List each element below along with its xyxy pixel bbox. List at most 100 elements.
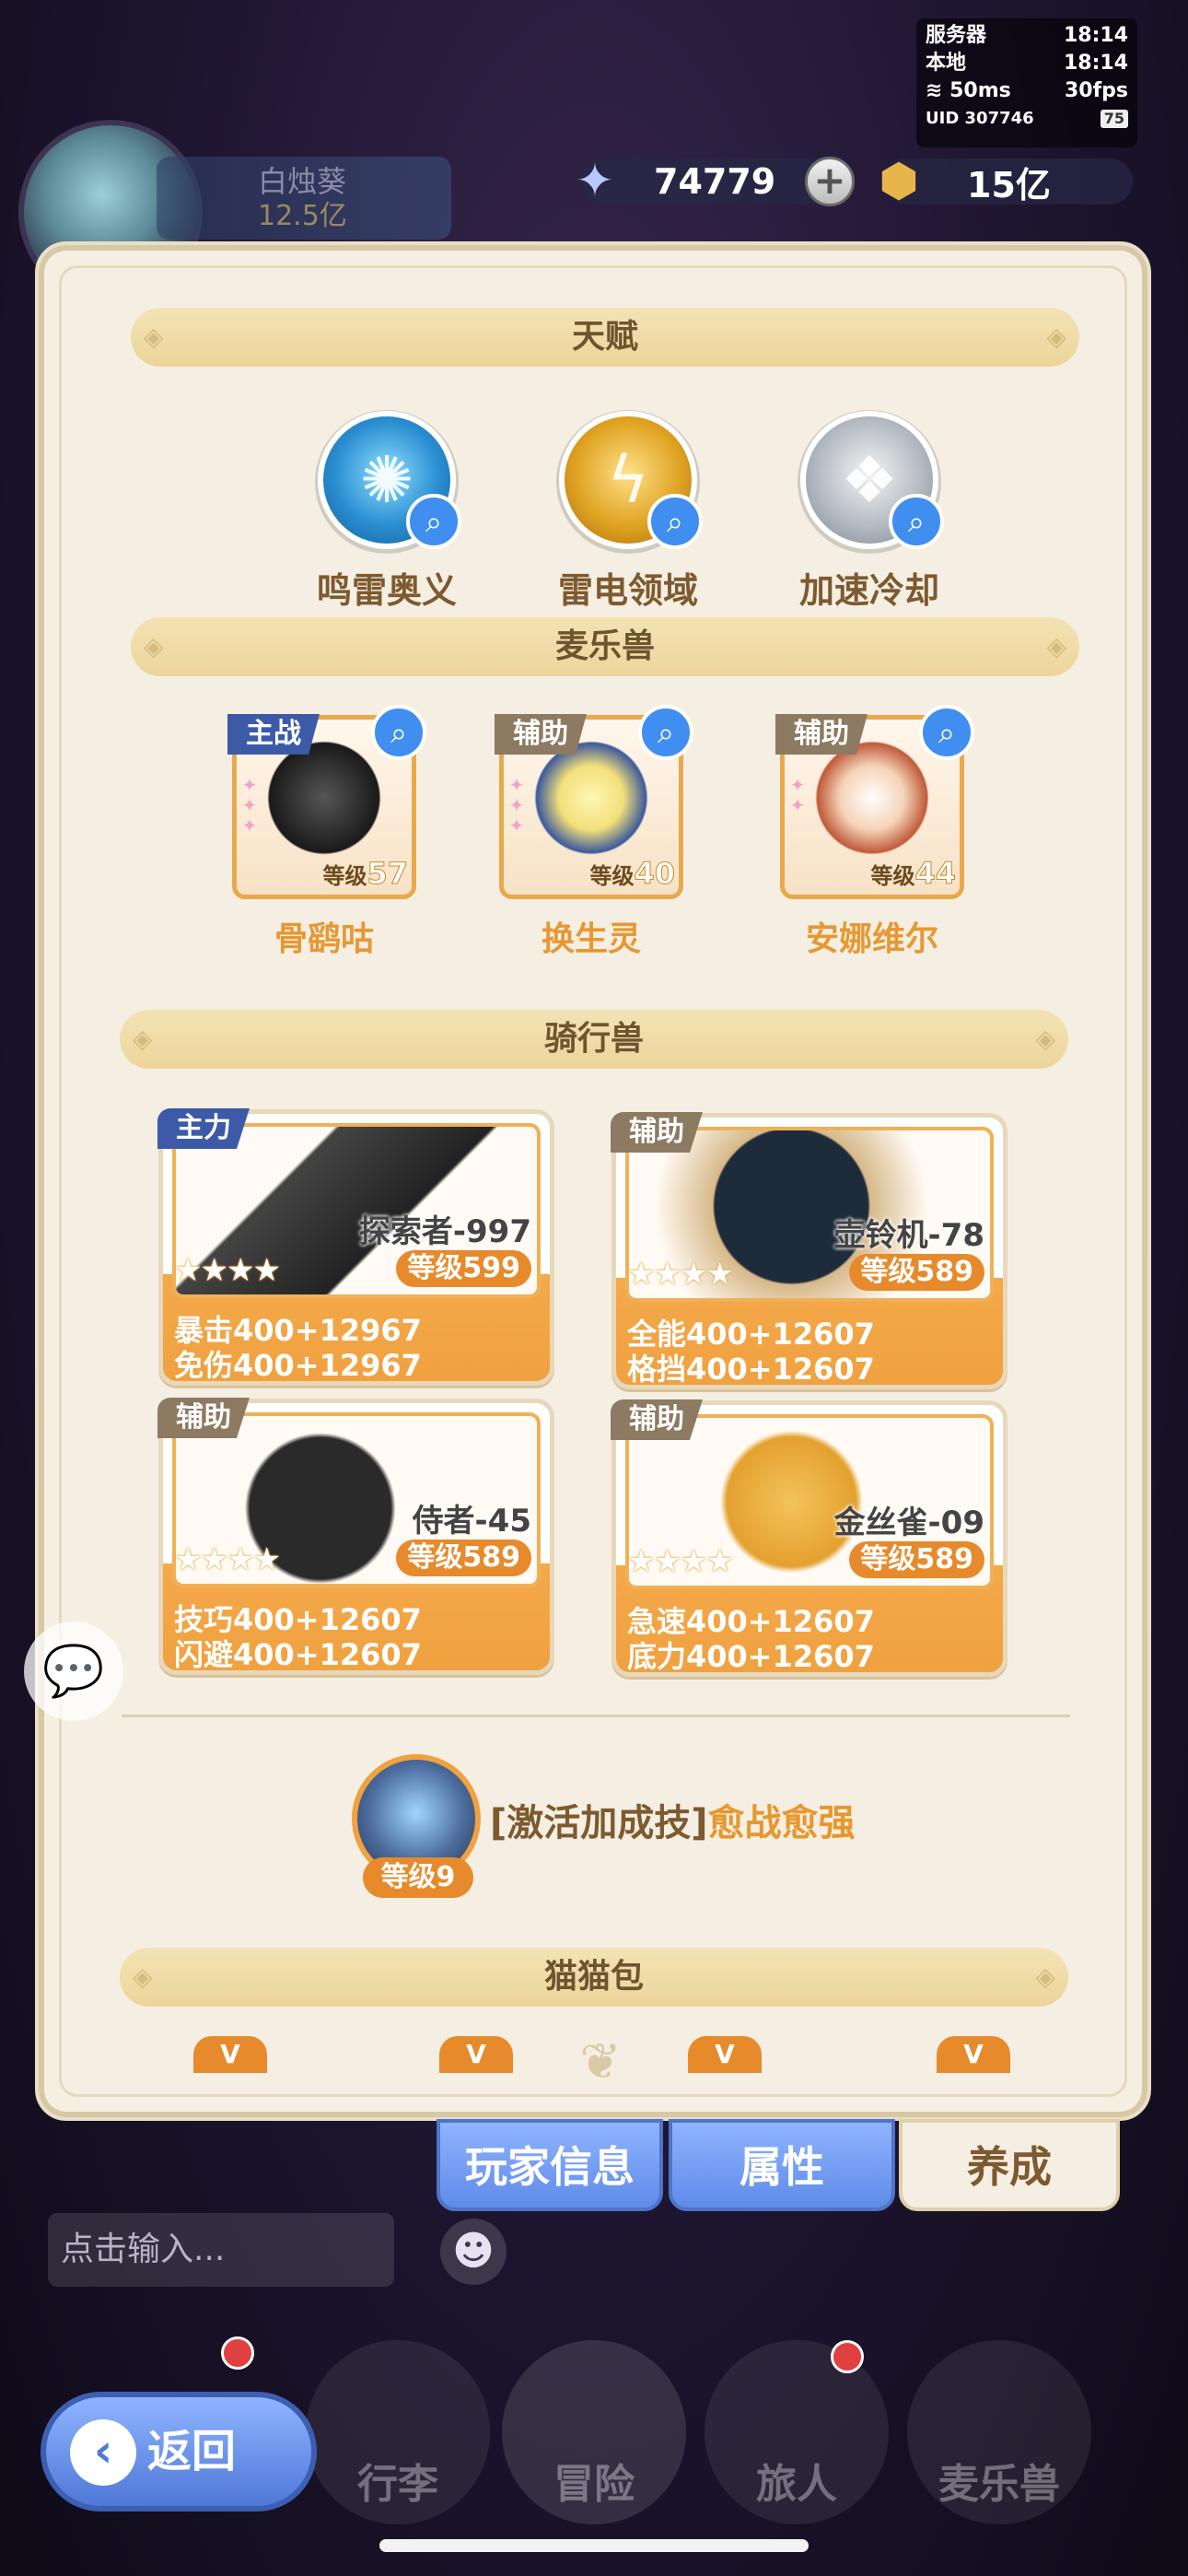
mount-card[interactable]: 辅助 金丝雀-09 等级589 ★★★★ 急速400+12607 底力400+1…: [611, 1399, 1007, 1677]
mount-name: 金丝雀-09: [833, 1505, 984, 1541]
search-icon[interactable]: ⌕: [371, 705, 426, 760]
pet-level: 等级40: [589, 856, 675, 892]
search-icon[interactable]: ⌕: [638, 705, 693, 760]
bonus-skill-prefix: [激活加成技]: [490, 1802, 708, 1844]
search-icon[interactable]: ⌕: [406, 494, 461, 549]
mount-role-badge: 辅助: [611, 1112, 703, 1153]
catbag-slot-tab[interactable]: V: [937, 2036, 1010, 2073]
local-label: 本地: [926, 52, 967, 75]
uid-label: UID 307746: [926, 109, 1034, 128]
mount-name: 侍者-45: [412, 1503, 531, 1540]
tab-player-info[interactable]: 玩家信息: [437, 2119, 663, 2211]
section-title-catbag: 猫猫包: [120, 1948, 1068, 2007]
back-label: 返回: [147, 2426, 237, 2477]
pet-level: 等级44: [870, 856, 956, 892]
mount-star-rating: ★★★★: [174, 1541, 281, 1578]
bonus-skill-name: 愈战愈强: [707, 1802, 856, 1844]
mount-name: 探索者-997: [358, 1213, 531, 1250]
talent-label: 鸣雷奥义: [316, 570, 457, 611]
pet-role-badge: 辅助: [495, 714, 587, 755]
mount-role-badge: 主力: [157, 1108, 250, 1149]
chevron-left-icon: ‹: [70, 2419, 136, 2486]
home-indicator[interactable]: [379, 2539, 809, 2552]
nav-travelers[interactable]: 旅人: [705, 2340, 889, 2524]
talent-item[interactable]: ✺ ⌕ 鸣雷奥义: [267, 411, 507, 613]
pet-card[interactable]: 辅助 ✦ ✦ ✦ ⌕ 等级40: [495, 705, 693, 899]
pet-star-rating: ✦ ✦ ✦: [241, 774, 258, 837]
pet-role-badge: 主战: [227, 714, 320, 755]
mount-attribute: 格挡400+12607: [627, 1352, 875, 1387]
bonus-skill-level: 等级9: [363, 1857, 473, 1898]
pet-name: 换生灵: [541, 920, 641, 958]
talent-label: 雷电领域: [557, 570, 698, 611]
mount-name: 壶铃机-78: [833, 1217, 984, 1254]
chat-bubble-icon[interactable]: 💬: [24, 1622, 123, 1721]
catbag-slot-tab[interactable]: V: [193, 2036, 267, 2073]
gold-coin-icon: ⬢: [879, 154, 919, 207]
add-gems-button[interactable]: +: [805, 157, 855, 206]
currency-bar: ✦ 74779 + ⬢ 15亿: [576, 154, 1133, 210]
gold-amount: 15亿: [967, 164, 1051, 205]
tab-cultivation[interactable]: 养成: [899, 2119, 1120, 2211]
talent-label: 加速冷却: [798, 570, 939, 611]
gem-amount: 74779: [654, 161, 776, 202]
mount-attribute: 底力400+12607: [627, 1639, 875, 1674]
section-title-pets: 麦乐兽: [131, 617, 1079, 676]
mount-level: 等级589: [396, 1540, 531, 1576]
notification-dot: [831, 2340, 864, 2373]
nav-luggage[interactable]: 行李: [306, 2340, 490, 2524]
cooldown-icon: ❖ ⌕: [800, 411, 944, 549]
pet-slot[interactable]: 辅助 ✦ ✦ ⌕ 等级44 安娜维尔: [766, 705, 978, 960]
bonus-skill-text: [激活加成技]愈战愈强: [490, 1793, 856, 1846]
chat-input[interactable]: 点击输入...: [48, 2213, 394, 2287]
notification-dot: [221, 2336, 254, 2370]
gold-counter: ⬢ 15亿: [879, 154, 1133, 207]
section-title-mounts: 骑行兽: [120, 1010, 1068, 1069]
pet-portrait: [522, 738, 660, 858]
fps-value: 30fps: [1064, 79, 1128, 102]
pet-slot[interactable]: 辅助 ✦ ✦ ✦ ⌕ 等级40 换生灵: [485, 705, 697, 960]
mount-attribute: 免伤400+12967: [174, 1348, 422, 1383]
mount-level: 等级589: [849, 1254, 984, 1291]
emoji-icon[interactable]: ☻: [440, 2219, 507, 2285]
pet-name: 安娜维尔: [805, 920, 938, 958]
mount-card[interactable]: 辅助 壶铃机-78 等级589 ★★★★ 全能400+12607 格挡400+1…: [611, 1112, 1007, 1389]
status-overlay: 服务器 18:14 本地 18:14 ≋ 50ms 30fps UID 307746 7…: [916, 18, 1137, 147]
mount-level: 等级599: [396, 1250, 531, 1287]
tab-attributes[interactable]: 属性: [669, 2119, 895, 2211]
pet-card[interactable]: 辅助 ✦ ✦ ⌕ 等级44: [775, 705, 974, 899]
ping-value: ≋ 50ms: [926, 79, 1011, 102]
pet-slot[interactable]: 主战 ✦ ✦ ✦ ⌕ 等级57 骨鹞咕: [218, 705, 430, 960]
player-name-plate: 白烛葵 12.5亿: [157, 157, 451, 240]
talent-item[interactable]: ❖ ⌕ 加速冷却: [750, 411, 989, 613]
search-icon[interactable]: ⌕: [647, 494, 703, 549]
search-icon[interactable]: ⌕: [919, 705, 974, 760]
nav-pets[interactable]: 麦乐兽: [907, 2340, 1091, 2524]
player-power: 12.5亿: [258, 200, 347, 232]
mount-star-rating: ★★★★: [627, 1256, 734, 1293]
ornament-icon: ❦: [579, 2032, 622, 2090]
pet-level: 等级57: [322, 856, 408, 892]
mount-role-badge: 辅助: [157, 1398, 250, 1438]
wifi-icon: ≋: [926, 79, 943, 102]
battery-badge: 75: [1100, 110, 1128, 128]
thunder-wheel-icon: ✺ ⌕: [318, 411, 461, 549]
mount-attribute: 闪避400+12607: [174, 1637, 422, 1672]
talent-item[interactable]: ϟ ⌕ 雷电领域: [508, 411, 748, 613]
mount-star-rating: ★★★★: [627, 1543, 734, 1580]
star-crystal-icon: ✦: [576, 154, 614, 207]
mount-card[interactable]: 辅助 侍者-45 等级589 ★★★★ 技巧400+12607 闪避400+12…: [157, 1398, 554, 1675]
mount-card[interactable]: 主力 探索者-997 等级599 ★★★★ 暴击400+12967 免伤400+…: [157, 1108, 554, 1386]
back-button[interactable]: ‹ 返回: [41, 2392, 317, 2512]
pet-star-rating: ✦ ✦ ✦: [508, 774, 525, 837]
search-icon[interactable]: ⌕: [889, 494, 944, 549]
local-time: 18:14: [1063, 52, 1128, 75]
pet-portrait: [255, 738, 393, 858]
pet-card[interactable]: 主战 ✦ ✦ ✦ ⌕ 等级57: [227, 705, 426, 899]
gem-counter: ✦ 74779 +: [576, 154, 855, 207]
pet-name: 骨鹞咕: [274, 920, 374, 958]
section-title-talent: 天赋: [131, 308, 1079, 367]
mount-star-rating: ★★★★: [174, 1252, 281, 1289]
mount-role-badge: 辅助: [611, 1399, 703, 1440]
nav-adventure[interactable]: 冒险: [502, 2340, 686, 2524]
